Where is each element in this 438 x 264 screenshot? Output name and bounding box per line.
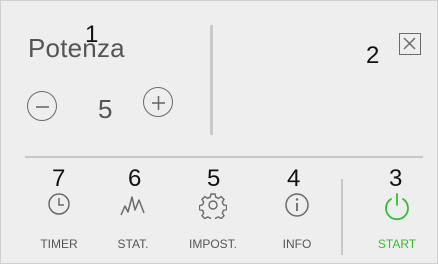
callout-7: 7 xyxy=(52,165,66,192)
callout-3: 3 xyxy=(389,165,403,192)
start-label: START xyxy=(377,237,417,251)
increase-button[interactable] xyxy=(143,87,173,117)
vertical-divider xyxy=(210,25,213,135)
plus-icon xyxy=(152,96,165,110)
info-button[interactable] xyxy=(257,191,337,219)
decrease-button[interactable] xyxy=(27,91,57,121)
toolbar-divider xyxy=(341,179,343,255)
power-icon xyxy=(385,193,409,221)
callout-4: 4 xyxy=(287,165,301,192)
stats-icon xyxy=(120,196,145,216)
close-icon xyxy=(403,37,416,50)
info-label: INFO xyxy=(282,237,312,251)
timer-label: TIMER xyxy=(40,237,78,251)
close-button[interactable] xyxy=(399,33,421,55)
timer-button[interactable] xyxy=(19,191,99,217)
horizontal-divider xyxy=(25,156,423,158)
callout-5: 5 xyxy=(207,165,221,192)
stats-button[interactable] xyxy=(93,191,173,219)
callout-1: 1 xyxy=(85,21,99,48)
settings-label: IMPOST. xyxy=(188,237,237,251)
control-panel: Potenza 1 5 2 7 6 5 4 3 TIMER STAT. IMPO… xyxy=(0,0,438,264)
power-title: Potenza xyxy=(28,33,125,63)
gear-icon xyxy=(199,193,227,219)
callout-6: 6 xyxy=(128,165,142,192)
timer-icon xyxy=(48,193,70,215)
power-value: 5 xyxy=(98,94,113,124)
callout-2: 2 xyxy=(366,42,380,69)
minus-icon xyxy=(36,106,49,108)
stats-label: STAT. xyxy=(117,237,149,251)
start-button[interactable] xyxy=(357,191,437,221)
settings-button[interactable] xyxy=(173,191,253,219)
info-icon xyxy=(285,193,309,217)
